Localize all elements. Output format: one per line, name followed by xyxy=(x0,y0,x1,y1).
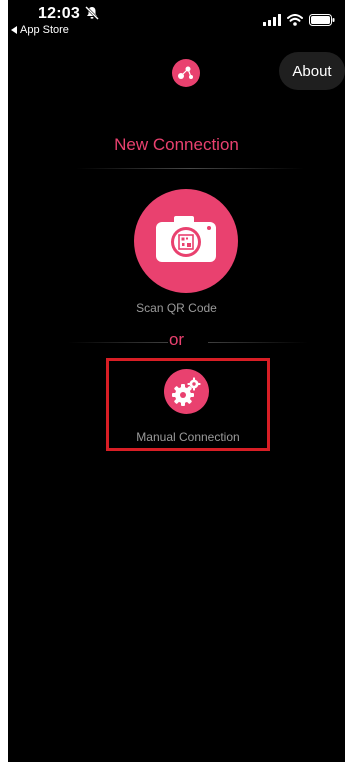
gears-icon xyxy=(172,377,201,406)
status-time: 12:03 xyxy=(38,5,80,22)
or-separator: or xyxy=(8,330,345,352)
signal-icon xyxy=(263,14,281,26)
manual-connection-label: Manual Connection xyxy=(136,430,240,444)
app-screen: 12:03 App Store About New Connection Sca… xyxy=(8,0,345,762)
or-label: or xyxy=(168,330,185,349)
divider xyxy=(76,168,304,169)
app-logo-icon xyxy=(172,59,200,87)
back-app-label: App Store xyxy=(20,24,69,36)
bell-slash-icon xyxy=(85,6,99,20)
wifi-icon xyxy=(287,14,303,26)
page-title: New Connection xyxy=(114,135,239,154)
status-indicators xyxy=(263,14,335,26)
manual-connection-icon-circle xyxy=(164,369,209,414)
camera-icon xyxy=(156,216,216,262)
back-arrow-icon xyxy=(11,26,17,34)
battery-icon xyxy=(309,14,335,26)
about-button[interactable]: About xyxy=(279,52,345,90)
or-line-right xyxy=(208,342,308,343)
manual-connection-button[interactable]: Manual Connection xyxy=(106,358,270,451)
back-to-app-link[interactable]: App Store xyxy=(11,24,69,36)
scan-qr-label: Scan QR Code xyxy=(136,301,217,315)
scan-qr-button[interactable] xyxy=(134,189,238,293)
